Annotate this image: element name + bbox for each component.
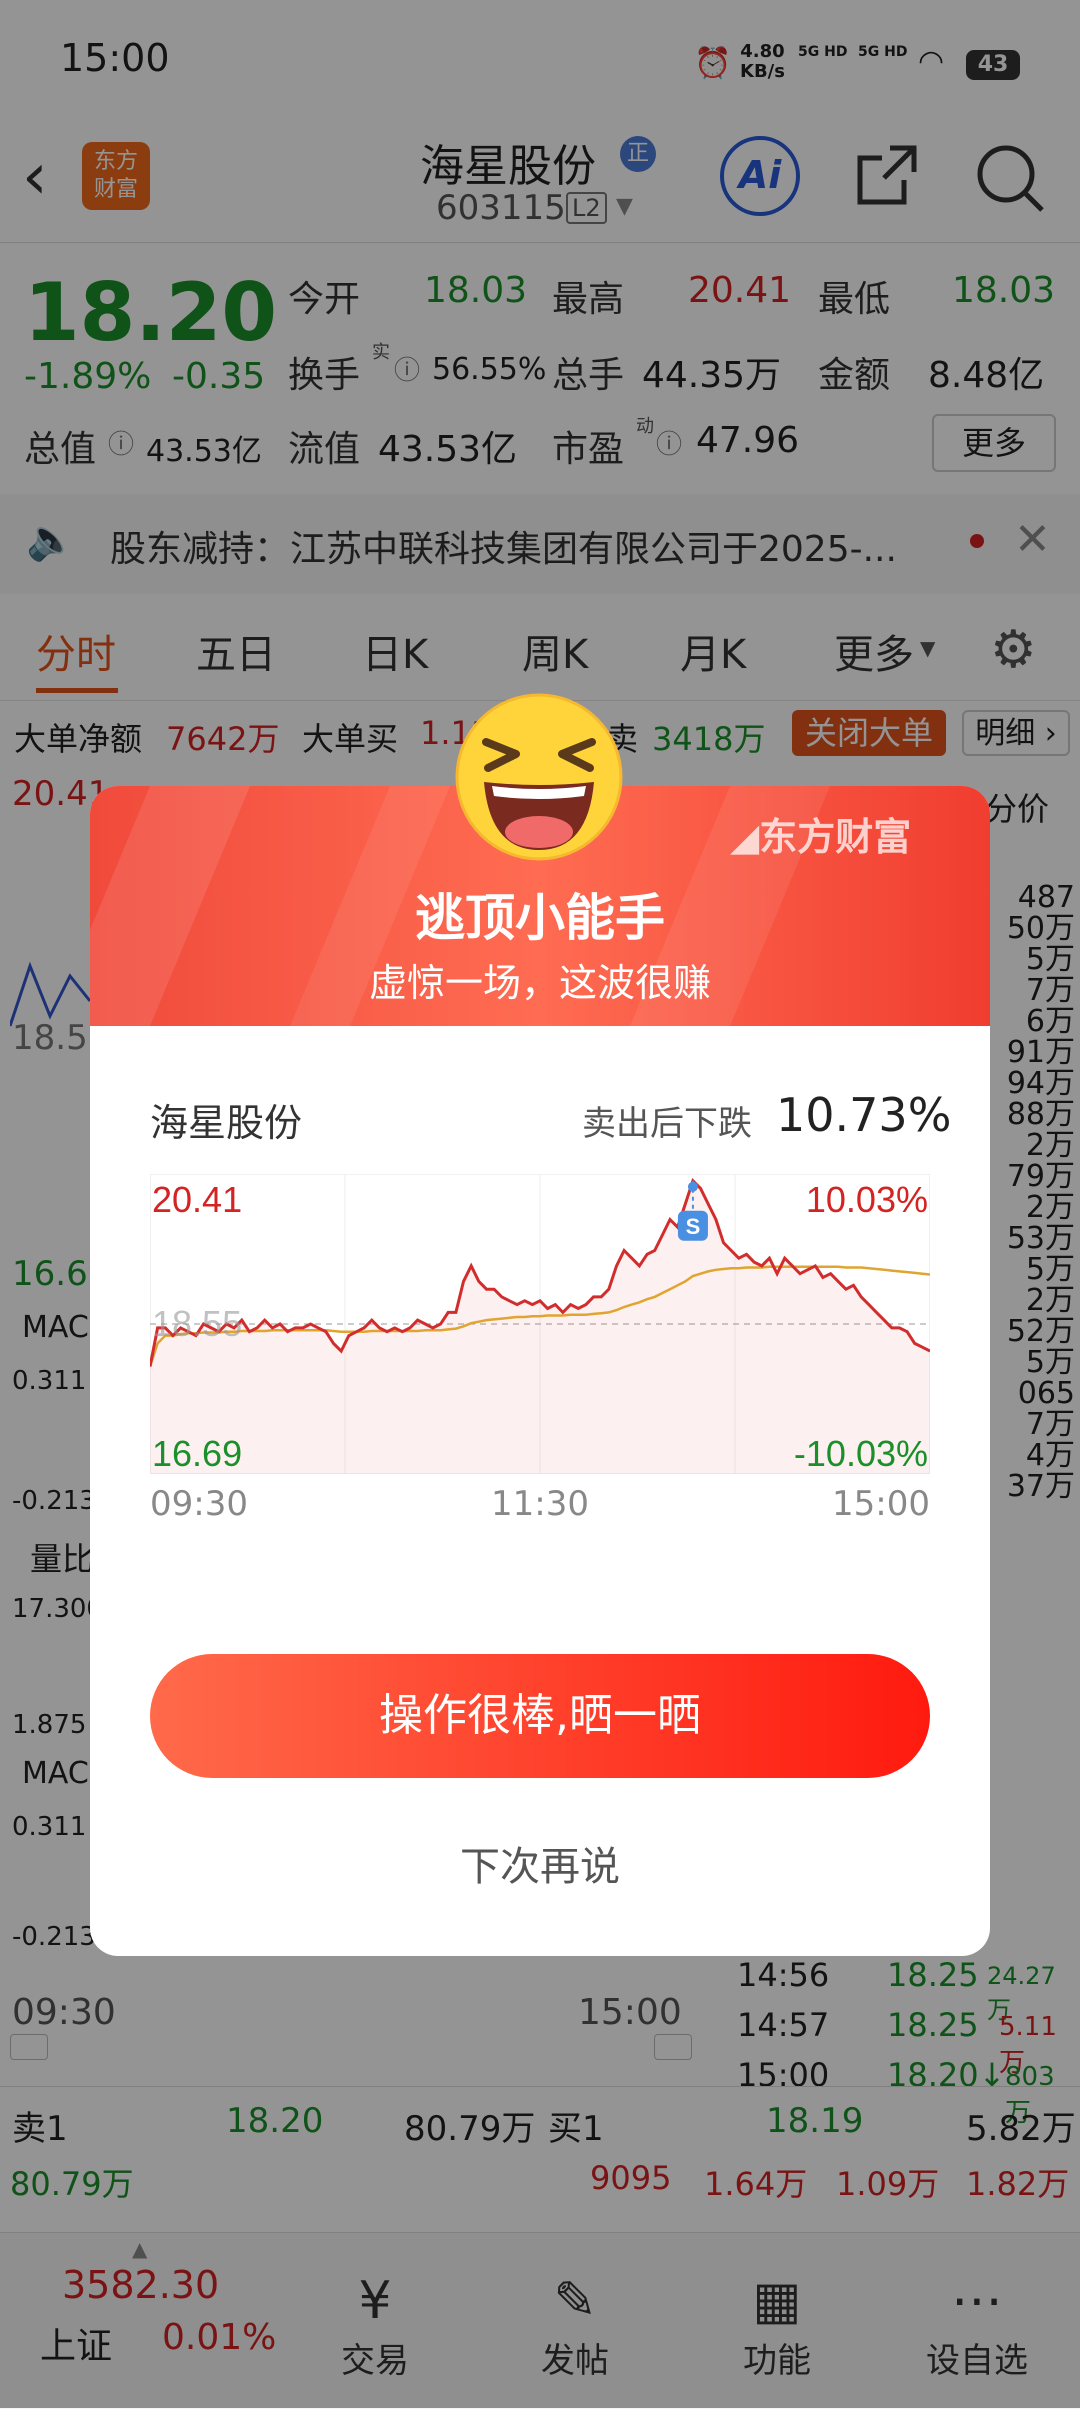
- dialog-stock-name: 海星股份: [150, 1101, 303, 1145]
- laughing-emoji-icon: [455, 693, 623, 861]
- intraday-chart: S 20.41 18.55 16.69 10.03% -10.03%: [150, 1174, 930, 1474]
- brand-logo-icon: ◢: [730, 815, 760, 859]
- result-value: 10.73%: [776, 1088, 952, 1142]
- sell-marker-dot: [687, 1181, 698, 1192]
- dismiss-button[interactable]: 下次再说: [390, 1834, 690, 1904]
- y-top-label: 20.41: [152, 1179, 242, 1220]
- x-label-end: 15:00: [832, 1484, 930, 1524]
- share-button[interactable]: 操作很棒,晒一晒: [150, 1654, 930, 1778]
- y-mid-label: 18.55: [152, 1303, 242, 1344]
- y-right-bottom-label: -10.03%: [794, 1433, 928, 1474]
- result-label: 卖出后下跌: [582, 1104, 752, 1144]
- brand-watermark: ◢东方财富: [730, 815, 912, 859]
- y-right-top-label: 10.03%: [806, 1179, 928, 1220]
- achievement-dialog: ◢东方财富 逃顶小能手 虚惊一场，这波很赚 海星股份 卖出后下跌 10.73% …: [90, 786, 990, 1956]
- dialog-title: 逃顶小能手: [415, 889, 665, 947]
- sell-marker-label: S: [686, 1214, 701, 1239]
- dialog-subtitle: 虚惊一场，这波很赚: [368, 961, 711, 1005]
- y-bottom-label: 16.69: [152, 1433, 242, 1474]
